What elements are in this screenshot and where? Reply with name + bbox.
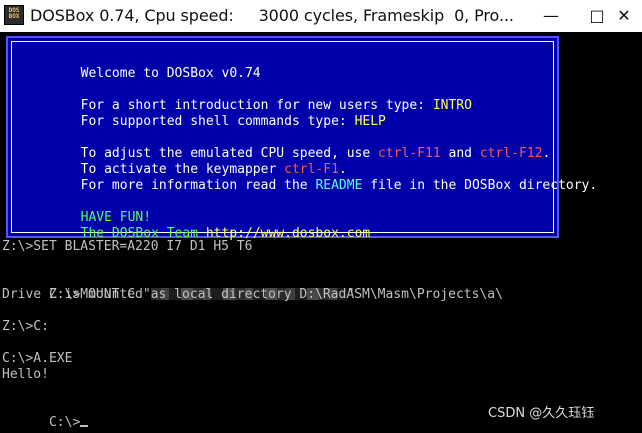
banner-readme-suffix: file in the DOSBox directory. bbox=[362, 178, 598, 193]
terminal-line-mount: Z:\>MOUNT C " " bbox=[2, 271, 355, 302]
title-bar[interactable]: DOS BOX DOSBox 0.74, Cpu speed: 3000 cyc… bbox=[0, 0, 642, 32]
minimize-button[interactable]: — bbox=[528, 0, 574, 32]
window-title: DOSBox 0.74, Cpu speed: 3000 cycles, Fra… bbox=[30, 6, 514, 25]
close-icon: ✕ bbox=[617, 6, 631, 25]
csdn-watermark: CSDN @久久珏钰 bbox=[488, 406, 595, 421]
minimize-icon: — bbox=[543, 6, 559, 25]
banner-help-line: For supported shell commands type: HELP bbox=[18, 98, 386, 129]
terminal-line-mounted: Drive C is mounted as local directory D:… bbox=[2, 287, 503, 302]
terminal-line-run: C:\>A.EXE bbox=[2, 351, 73, 366]
terminal-line-output: Hello! bbox=[2, 367, 49, 382]
close-button[interactable]: ✕ bbox=[606, 0, 642, 32]
banner-intro-command: INTRO bbox=[432, 98, 472, 113]
banner-readme-text: For more information read the bbox=[80, 178, 316, 193]
dos-screen[interactable]: Welcome to DOSBox v0.74 For a short intr… bbox=[0, 32, 642, 433]
terminal-prompt-line[interactable]: C:\> bbox=[2, 399, 89, 430]
banner-help-text: For supported shell commands type: bbox=[80, 114, 355, 129]
banner-readme-word: README bbox=[315, 178, 363, 193]
terminal-prompt: C:\> bbox=[48, 415, 81, 430]
banner-have-fun-line: HAVE FUN! bbox=[18, 194, 151, 225]
terminal-line-set-blaster: Z:\>SET BLASTER=A220 I7 D1 H5 T6 bbox=[2, 239, 253, 254]
maximize-icon: □ bbox=[589, 6, 605, 25]
banner-cpu-period: . bbox=[542, 146, 551, 161]
dosbox-app-icon[interactable]: DOS BOX bbox=[4, 5, 24, 25]
banner-team-line: The DOSBox Team http://www.dosbox.com bbox=[18, 210, 371, 241]
banner-cpu-key-faster: ctrl-F12 bbox=[479, 146, 543, 161]
banner-cpu-key-slower: ctrl-F11 bbox=[378, 146, 441, 161]
terminal-line-cd: Z:\>C: bbox=[2, 319, 49, 334]
welcome-banner: Welcome to DOSBox v0.74 For a short intr… bbox=[6, 36, 597, 241]
banner-welcome-line: Welcome to DOSBox v0.74 bbox=[18, 50, 261, 81]
banner-welcome-text: Welcome to DOSBox v0.74 bbox=[80, 66, 261, 81]
dosbox-window: DOS BOX DOSBox 0.74, Cpu speed: 3000 cyc… bbox=[0, 0, 642, 433]
banner-intro-line: For a short introduction for new users t… bbox=[18, 82, 472, 113]
banner-cpu-and: and bbox=[440, 146, 480, 161]
banner-help-command: HELP bbox=[354, 114, 386, 129]
banner-keymapper-line: To activate the keymapper ctrl-F1. bbox=[18, 146, 347, 177]
text-cursor bbox=[80, 425, 89, 427]
banner-readme-line: For more information read the README fil… bbox=[18, 162, 598, 193]
app-icon-label-bottom: BOX bbox=[8, 13, 20, 20]
banner-cpu-line: To adjust the emulated CPU speed, use ct… bbox=[18, 130, 551, 161]
